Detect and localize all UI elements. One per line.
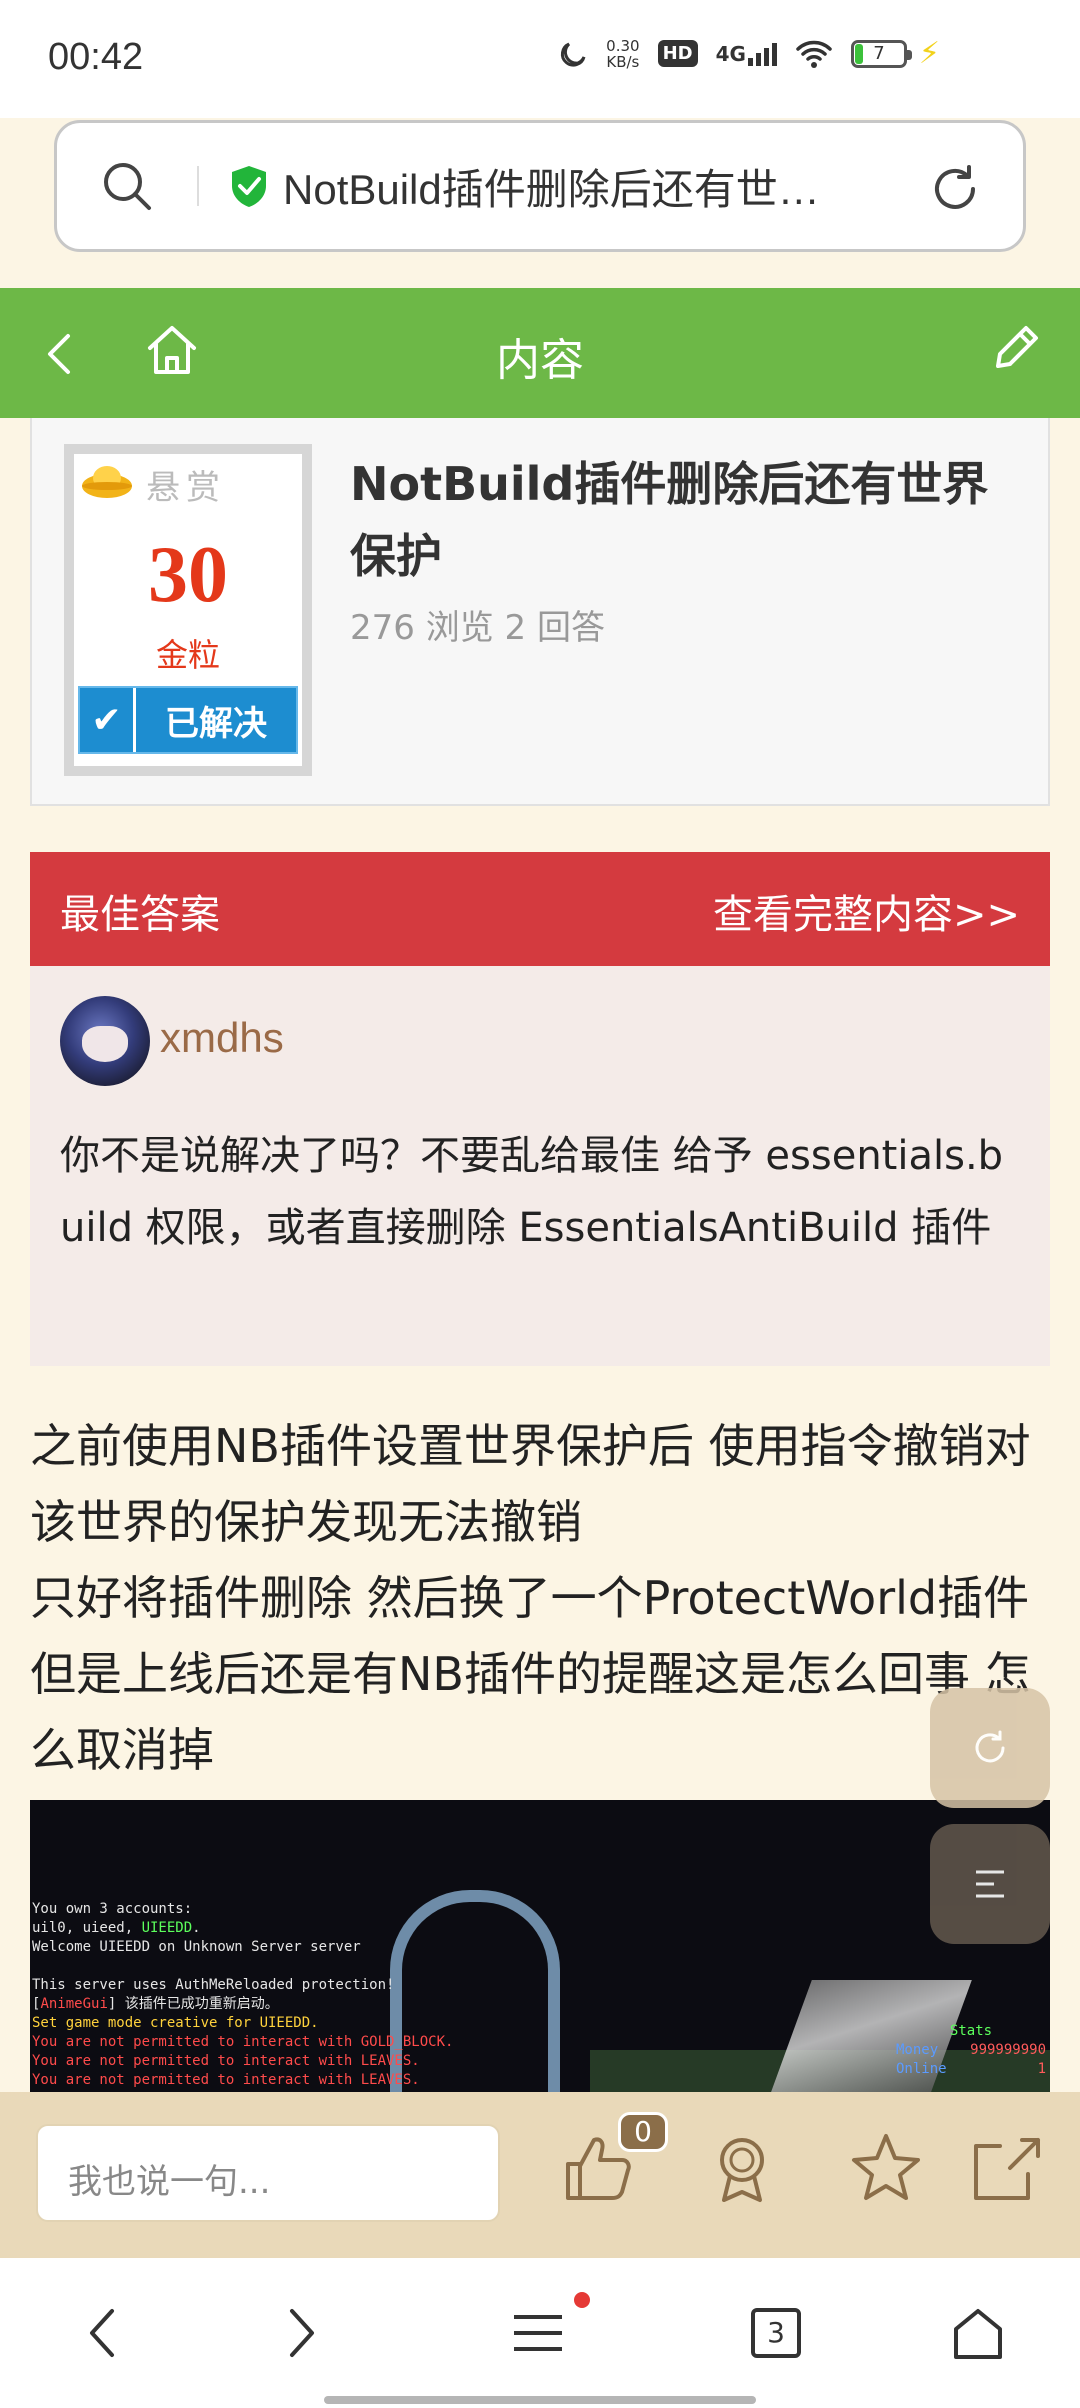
chat-line: uil0, uieed, UIEEDD. [32,1920,201,1936]
stats-row: Online 1 [896,2061,1046,2077]
refresh-button[interactable] [930,1688,1050,1808]
chat-line: [AnimeGui] 该插件已成功重新启动。 [32,1996,279,2012]
chat-line: This server uses AuthMeReloaded protecti… [32,1977,395,1993]
status-bar: 00:42 0.30 KB/s HD 4G 7 ⚡ [0,0,1080,118]
question-title: NotBuild插件删除后还有世界保护 [350,457,989,583]
battery-icon: 7 [850,39,912,68]
chat-line: You are not permitted to interact with G… [32,2034,454,2050]
reward-label: 悬赏 [146,468,226,508]
stats-row: Money 999999990 [896,2042,1046,2058]
answer-username[interactable]: xmdhs [160,1014,284,1062]
tabs-icon: 3 [751,2308,801,2358]
status-time: 00:42 [48,36,144,78]
best-answer-header: 最佳答案 查看完整内容>> [30,852,1050,966]
stats-title: Stats [949,2023,993,2039]
reload-icon[interactable] [927,161,983,217]
toc-button[interactable] [930,1824,1050,1944]
award-icon[interactable] [702,2128,782,2208]
best-answer-body: xmdhs 你不是说解决了吗？不要乱给最佳 给予 essentials.buil… [30,966,1050,1366]
menu-notification-dot [574,2292,590,2308]
reward-amount: 30 [148,531,228,619]
chat-line: You own 3 accounts: [32,1901,193,1917]
network-type: 4G [715,41,746,66]
star-icon[interactable] [846,2128,926,2208]
cell-signal-icon: 4G [716,42,777,66]
chat-line: You are not permitted to interact with L… [32,2053,420,2069]
nav-forward-button[interactable] [262,2298,342,2368]
status-icons: 0.30 KB/s HD 4G 7 ⚡ [558,36,940,71]
nav-home-button[interactable] [938,2298,1018,2368]
chat-line: Welcome UIEEDD on Unknown Server server [32,1939,361,1955]
menu-icon [514,2315,562,2351]
browser-nav: 3 [0,2258,1080,2408]
moon-icon [561,42,586,67]
chat-line: You are not permitted to interact with L… [32,2072,420,2088]
charging-icon: ⚡ [918,36,940,71]
gold-ingot-icon [82,466,132,498]
url-bar[interactable]: NotBuild插件删除后还有世… [54,120,1026,252]
question-body: 之前使用NB插件设置世界保护后 使用指令撤销对该世界的保护发现无法撤销 只好将插… [30,1408,1050,1788]
solved-label: 已解决 [165,703,267,744]
page-title: 内容 [496,335,584,386]
battery-level: 7 [873,42,885,64]
wifi-icon [796,40,832,68]
question-body-line: 之前使用NB插件设置世界保护后 使用指令撤销对该世界的保护发现无法撤销 [30,1419,1031,1549]
url-divider [197,166,199,206]
reward-badge: 悬赏 30 金粒 ✔ 已解决 [64,444,312,776]
app-header: 内容 [0,288,1080,418]
share-icon[interactable] [966,2128,1046,2208]
edit-icon[interactable] [986,318,1046,378]
chat-log: You own 3 accounts: uil0, uieed, UIEEDD.… [32,1900,453,2090]
view-full-link[interactable]: 查看完整内容>> [713,882,1020,940]
like-count-badge: 0 [618,2112,668,2152]
comment-input[interactable]: 我也说一句... [36,2124,500,2222]
search-icon[interactable] [57,123,197,249]
chat-line: Set game mode creative for UIEEDD. [32,2015,319,2031]
check-icon: ✔ [80,688,136,752]
stats-panel: Stats Money 999999990 Online 1 [896,2022,1046,2079]
forward-arrow-icon [290,2309,314,2357]
home-nav-icon [954,2309,1002,2359]
hd-badge: HD [657,40,698,67]
back-arrow-icon [90,2309,114,2357]
answer-content: 你不是说解决了吗？不要乱给最佳 给予 essentials.build 权限，或… [60,1133,1004,1251]
question-meta: 276 浏览 2 回答 [350,608,605,648]
refresh-icon [975,1730,1005,1763]
reward-unit: 金粒 [155,636,220,674]
url-text[interactable]: NotBuild插件删除后还有世… [283,156,883,217]
solved-badge: ✔ 已解决 [78,686,298,754]
comment-bar: 我也说一句... 0 [0,2092,1080,2258]
shield-check-icon [232,166,266,207]
gesture-bar[interactable] [324,2396,756,2404]
question-body-line: 只好将插件删除 然后换了一个ProtectWorld插件 但是上线后还是有NB插… [30,1571,1031,1777]
best-answer-label: 最佳答案 [60,892,220,938]
attached-screenshot[interactable]: You own 3 accounts: uil0, uieed, UIEEDD.… [30,1800,1050,2092]
net-speed-value: 0.30 [606,36,640,55]
nav-menu-button[interactable] [498,2298,578,2368]
net-speed-unit: KB/s [606,52,640,71]
chat-line [32,1957,453,1976]
toc-icon [976,1870,1004,1898]
nav-back-button[interactable] [62,2298,142,2368]
net-speed: 0.30 KB/s [606,38,639,70]
question-card: 悬赏 30 金粒 ✔ 已解决 NotBuild插件删除后还有世界保护 276 浏… [30,418,1050,806]
nav-tabs-button[interactable]: 3 [736,2298,816,2368]
avatar[interactable] [60,996,150,1086]
